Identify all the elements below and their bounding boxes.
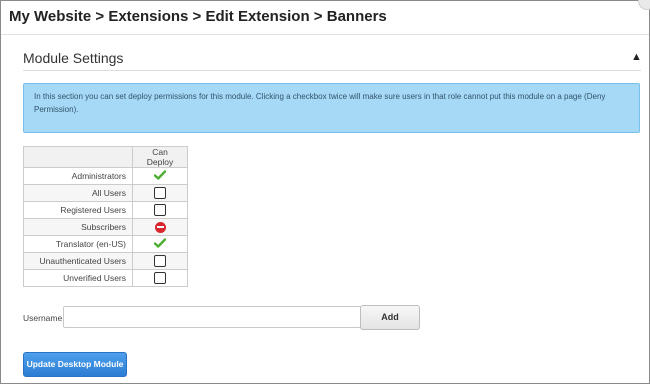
deny-icon[interactable] [154,221,166,233]
permission-checkbox[interactable] [154,204,166,216]
permission-cell [132,235,188,253]
permission-cell [132,167,188,185]
checkmark-icon[interactable] [153,238,167,250]
role-name: Subscribers [23,218,133,236]
permission-cell [132,269,188,287]
role-name: Registered Users [23,201,133,219]
permission-cell [132,252,188,270]
table-row: All Users [23,184,188,202]
role-column-header [23,146,133,168]
role-name: Unauthenticated Users [23,252,133,270]
info-message: In this section you can set deploy permi… [23,83,640,133]
username-input[interactable] [63,306,361,328]
module-settings-heading[interactable]: Module Settings [23,50,123,66]
role-name: Unverified Users [23,269,133,287]
permission-checkbox[interactable] [154,255,166,267]
dialog-window: My Website > Extensions > Edit Extension… [0,0,650,384]
table-row: Registered Users [23,201,188,219]
role-name: All Users [23,184,133,202]
permission-checkbox[interactable] [154,187,166,199]
page-title: My Website > Extensions > Edit Extension… [9,8,387,25]
permission-cell [132,201,188,219]
table-row: Unverified Users [23,269,188,287]
table-row: Translator (en-US) [23,235,188,253]
permissions-table: Can Deploy Administrators All Users Regist… [23,146,188,287]
permission-cell [132,218,188,236]
role-name: Translator (en-US) [23,235,133,253]
collapse-chevron-icon[interactable]: ▲ [631,51,642,63]
role-name: Administrators [23,167,133,185]
checkmark-icon[interactable] [153,170,167,182]
section-divider [23,70,641,71]
username-label: Username: [23,313,65,323]
table-row: Unauthenticated Users [23,252,188,270]
table-row: Administrators [23,167,188,185]
permission-checkbox[interactable] [154,272,166,284]
title-divider [1,34,649,35]
table-row: Subscribers [23,218,188,236]
permission-cell [132,184,188,202]
add-button[interactable]: Add [360,305,420,330]
can-deploy-column-header: Can Deploy [132,146,188,168]
update-desktop-module-button[interactable]: Update Desktop Module [23,352,127,377]
